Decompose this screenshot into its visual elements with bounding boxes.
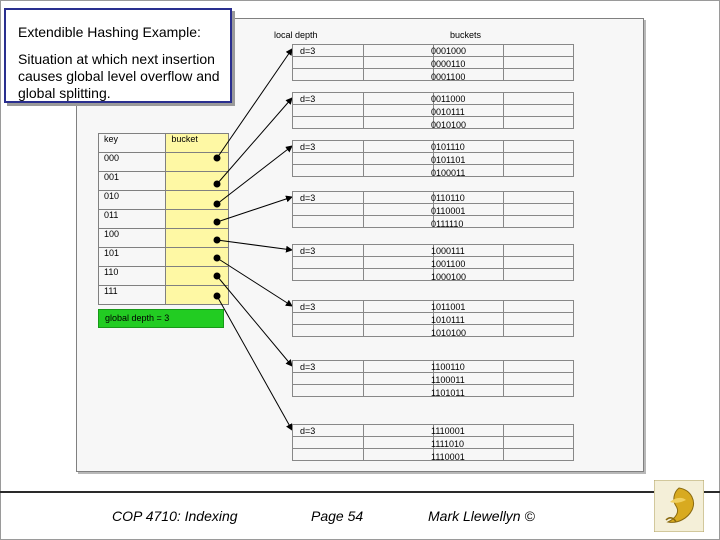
footer-divider <box>0 491 720 493</box>
bucket-value: 1100110 <box>431 362 465 372</box>
pointer-arrow <box>216 145 293 205</box>
bucket-value: 1100011 <box>431 375 465 385</box>
footer-author: Mark Llewellyn © <box>428 508 535 524</box>
pointer-dot <box>213 200 221 208</box>
pointer-dot <box>213 236 221 244</box>
bucket-value: 1110001 <box>431 426 465 436</box>
bucket-value: 1000100 <box>431 272 467 282</box>
bucket-value: 1110001 <box>431 452 465 462</box>
slide-title: Extendible Hashing Example: <box>18 24 201 40</box>
bucket-local-depth: d=3 <box>300 362 316 372</box>
pointer-dot <box>213 180 221 188</box>
bucket-value: 0101110 <box>431 142 465 152</box>
bucket-value: 0110001 <box>431 206 466 216</box>
bucket-value: 0010100 <box>431 120 467 130</box>
bucket-value: 0010111 <box>431 107 465 117</box>
bucket-value: 0000110 <box>431 59 466 69</box>
pointer-arrow <box>216 239 293 253</box>
bucket-local-depth: d=3 <box>300 94 316 104</box>
bucket-value: 1001100 <box>431 259 466 269</box>
footer-course: COP 4710: Indexing <box>112 508 238 524</box>
title-box: Extendible Hashing Example: Situation at… <box>4 8 232 103</box>
bucket-value: 1010100 <box>431 328 467 338</box>
bucket-value: 0001100 <box>431 72 466 82</box>
bucket-value: 1111010 <box>431 439 465 449</box>
pointer-arrow <box>216 257 293 307</box>
bucket-value: 0001000 <box>431 46 467 56</box>
bucket-value: 0101101 <box>431 155 466 165</box>
bucket-local-depth: d=3 <box>300 426 316 436</box>
bucket-value: 1011001 <box>431 302 466 312</box>
bucket-local-depth: d=3 <box>300 193 316 203</box>
bucket-local-depth: d=3 <box>300 302 316 312</box>
bucket-local-depth: d=3 <box>300 246 316 256</box>
bucket-value: 0111110 <box>431 219 464 229</box>
bucket-local-depth: d=3 <box>300 46 316 56</box>
footer-page-number: Page 54 <box>311 508 364 524</box>
pointer-dot <box>213 154 221 162</box>
pointer-arrow <box>216 295 293 431</box>
pointer-dot <box>213 272 221 280</box>
pegasus-logo-icon <box>654 480 704 532</box>
bucket-value: 1010111 <box>431 315 465 325</box>
pointer-dot <box>213 254 221 262</box>
slide-description: Situation at which next insertion causes… <box>18 51 220 101</box>
bucket-value: 1000111 <box>431 246 465 256</box>
pointer-arrow <box>216 195 293 223</box>
bucket-value: 0100011 <box>431 168 466 178</box>
global-depth-box: global depth = 3 <box>98 309 224 328</box>
pointer-dot <box>213 218 221 226</box>
pointer-arrow <box>216 275 293 367</box>
bucket-value: 0110110 <box>431 193 465 203</box>
pointer-dot <box>213 292 221 300</box>
bucket-value: 0011000 <box>431 94 466 104</box>
bucket-value: 1101011 <box>431 388 465 398</box>
bucket-local-depth: d=3 <box>300 142 316 152</box>
